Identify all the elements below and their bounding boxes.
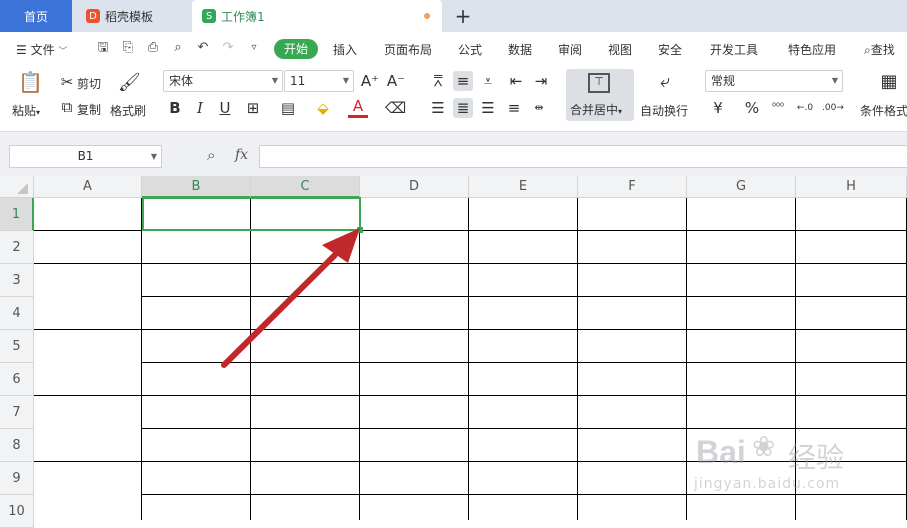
paw-icon: ❀ [752, 430, 776, 463]
arrow-shaft [221, 252, 338, 368]
watermark-url: jingyan.baidu.com [694, 476, 841, 492]
watermark-suffix: 经验 [788, 441, 845, 474]
arrow-head-icon [322, 228, 360, 263]
watermark-brand: Bai [696, 434, 746, 470]
baidu-jingyan-watermark: Bai ❀ 经验 jingyan.baidu.com [690, 430, 900, 500]
